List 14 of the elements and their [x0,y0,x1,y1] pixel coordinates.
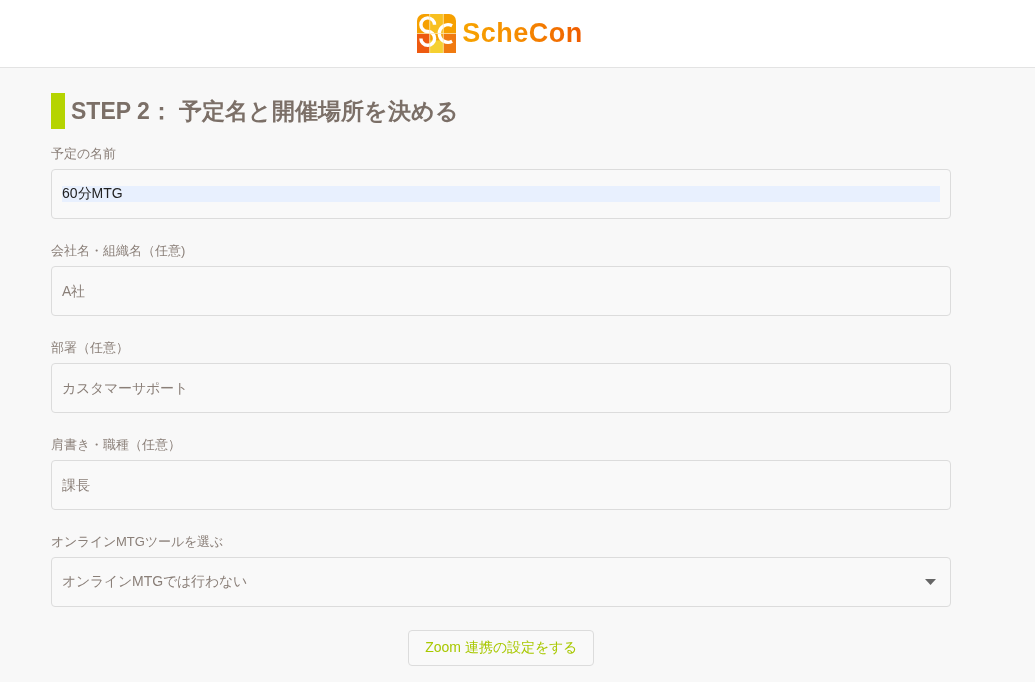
text-input-field[interactable]: 60分MTG [51,169,951,219]
text-input-field[interactable]: 課長 [51,460,951,510]
logo-icon [417,14,457,53]
field-label: 肩書き・職種（任意） [51,436,181,454]
text-input-field[interactable]: A社 [51,266,951,316]
caret-icon [925,579,936,585]
step-heading: STEP 2： 予定名と開催場所を決める [71,96,460,126]
field-label: 予定の名前 [51,145,116,163]
field-label: 部署（任意） [51,339,129,357]
dropdown-select[interactable]: オンラインMTGでは行わない [51,557,951,607]
text-input-field[interactable]: カスタマーサポート [51,363,951,413]
accent-bar [51,93,65,129]
field-label: 会社名・組織名（任意) [51,242,186,260]
field-label: オンラインMTGツールを選ぶ [51,533,223,551]
